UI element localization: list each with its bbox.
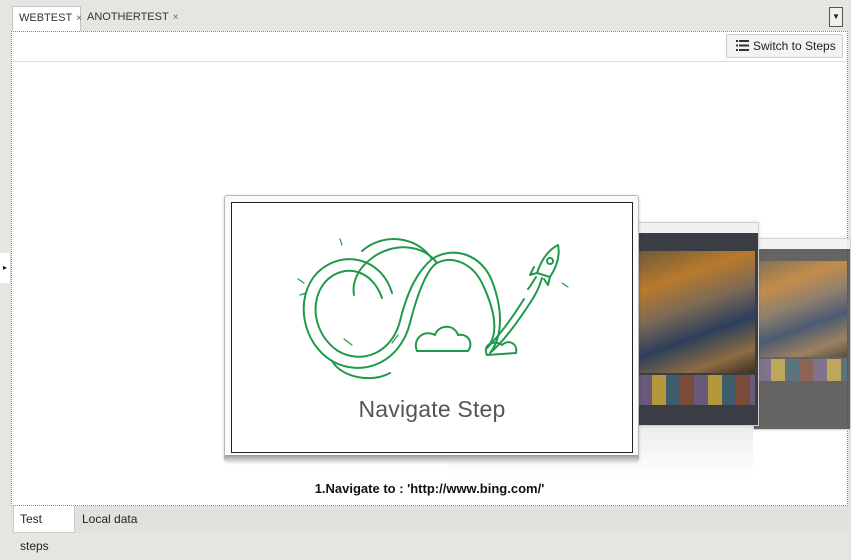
thumbnail-image [638, 251, 755, 373]
thumbnail-strip [638, 375, 755, 405]
navigate-illustration-icon [297, 238, 569, 380]
tab-anothertest[interactable]: ANOTHERTEST × [81, 6, 179, 31]
step-caption: 1.Navigate to : 'http://www.bing.com/' [314, 481, 545, 496]
thumbnail-image [757, 261, 847, 357]
tab-local-data[interactable]: Local data [76, 506, 146, 533]
tab-label: ANOTHERTEST [87, 11, 169, 23]
bottom-tab-strip: Test steps Local data [11, 506, 848, 553]
step-title: Navigate Step [358, 396, 506, 422]
tab-webtest[interactable]: WEBTEST × [12, 6, 82, 31]
chevron-down-icon: ▼ [832, 12, 840, 21]
switch-to-steps-label: Switch to Steps [753, 39, 836, 53]
next-step-thumbnail-2[interactable] [753, 238, 851, 430]
list-icon [736, 40, 749, 51]
step-card-footer [225, 455, 638, 461]
thumbnail-browser-bar [754, 239, 850, 249]
thumbnail-strip [757, 359, 847, 381]
switch-to-steps-button[interactable]: Switch to Steps [726, 34, 843, 58]
chevron-right-icon: ▸ [2, 263, 7, 272]
tab-label: WEBTEST [19, 12, 73, 24]
next-step-thumbnail-1[interactable] [634, 222, 759, 426]
panel-toolbar: Switch to Steps [12, 32, 847, 62]
editor-tab-strip: WEBTEST × ANOTHERTEST × ▼ [0, 0, 851, 31]
tab-test-steps[interactable]: Test steps [13, 506, 75, 553]
close-icon[interactable]: × [173, 12, 179, 23]
thumbnail-browser-bar [635, 223, 758, 233]
tab-menu-button[interactable]: ▼ [829, 7, 843, 27]
expand-side-panel-toggle[interactable]: ▸ [0, 253, 11, 283]
